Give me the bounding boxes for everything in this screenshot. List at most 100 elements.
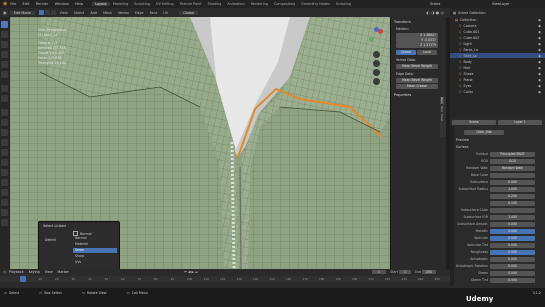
delimit-option-material[interactable]: Material xyxy=(73,242,117,247)
tab-shading[interactable]: Shading xyxy=(205,2,225,6)
end-frame-field[interactable]: 250 xyxy=(422,269,436,274)
property-field[interactable]: 0.500 xyxy=(490,236,535,241)
vertex-bevel-weight-field[interactable]: Mean Bevel Weight xyxy=(396,64,438,69)
visibility-eye-icon[interactable]: ◉ xyxy=(538,60,541,64)
outliner-item[interactable]: ▽ Cube.001 ◉ xyxy=(450,29,545,34)
timeline-ruler[interactable]: 0102030405060708090100110120130140150160… xyxy=(0,276,450,282)
tab-layout[interactable]: Layout xyxy=(92,2,110,6)
move-icon[interactable] xyxy=(1,41,8,48)
bevel-icon[interactable] xyxy=(1,129,8,136)
property-field[interactable]: 0.500 xyxy=(490,250,535,255)
outliner-item[interactable]: ▽ Shirt_Lo ◉ xyxy=(450,53,545,58)
property-field[interactable]: 0.000 xyxy=(490,222,535,227)
property-field[interactable]: 0.000 xyxy=(490,229,535,234)
menu-help[interactable]: Help xyxy=(75,2,83,6)
outliner-item[interactable]: ▽ Body ◉ xyxy=(450,59,545,64)
outliner-item[interactable]: ▽ Collar ◉ xyxy=(450,89,545,94)
timeline-editor-icon[interactable]: ◷ xyxy=(3,270,6,274)
menu-marker[interactable]: Marker xyxy=(58,270,69,274)
visibility-eye-icon[interactable]: ◉ xyxy=(538,48,541,52)
outliner-item[interactable]: ▤ Collection ◉ xyxy=(450,17,545,22)
visibility-eye-icon[interactable]: ◉ xyxy=(538,72,541,76)
navigation-gizmo[interactable] xyxy=(367,27,385,45)
edge-crease-field[interactable]: Mean Crease xyxy=(396,84,438,89)
tab-compositing[interactable]: Compositing xyxy=(271,2,298,6)
visibility-eye-icon[interactable]: ◉ xyxy=(538,54,541,58)
orientation-selector[interactable]: Global xyxy=(179,10,199,15)
tab-texture-paint[interactable]: Texture Paint xyxy=(177,2,205,6)
tab-sculpting[interactable]: Sculpting xyxy=(131,2,153,6)
property-field[interactable]: 0.200 xyxy=(490,194,535,199)
visibility-eye-icon[interactable]: ◉ xyxy=(538,84,541,88)
material-name-field[interactable]: Cloth_Mat xyxy=(464,130,504,135)
menu-keying[interactable]: Keying xyxy=(29,270,40,274)
median-x-field[interactable]: X 1.38847 xyxy=(396,33,438,38)
rotate-icon[interactable] xyxy=(1,51,8,58)
smooth-icon[interactable] xyxy=(1,179,8,186)
extrude-icon[interactable] xyxy=(1,109,8,116)
editor-type-icon[interactable]: ▣ xyxy=(3,10,7,15)
cursor-icon[interactable] xyxy=(1,31,8,38)
property-field[interactable]: 0.000 xyxy=(490,243,535,248)
delimit-option-seam[interactable]: Seam xyxy=(73,248,117,253)
tab-rendering[interactable]: Rendering xyxy=(248,2,271,6)
tab-item[interactable]: Item xyxy=(440,97,444,104)
visibility-eye-icon[interactable]: ◉ xyxy=(538,66,541,70)
median-z-field[interactable]: Z 1.31179 xyxy=(396,43,438,48)
tab-view[interactable]: View xyxy=(440,114,444,121)
property-field[interactable]: 0.100 xyxy=(490,201,535,206)
outliner-item[interactable]: ▽ Hair ◉ xyxy=(450,65,545,70)
visibility-eye-icon[interactable]: ◉ xyxy=(538,30,541,34)
surface-shader-field[interactable]: Principled BSDF xyxy=(490,152,535,157)
property-field[interactable]: 0.000 xyxy=(490,180,535,185)
start-frame-field[interactable]: 1 xyxy=(399,269,411,274)
zoom-icon[interactable] xyxy=(373,51,380,58)
tab-animation[interactable]: Animation xyxy=(224,2,247,6)
preview-section[interactable]: Preview xyxy=(456,138,469,142)
mode-selector[interactable]: Edit Mode xyxy=(9,10,35,15)
menu-add[interactable]: Add xyxy=(90,11,97,15)
property-field[interactable]: 0.500 xyxy=(490,278,535,283)
menu-mesh[interactable]: Mesh xyxy=(103,11,112,15)
props-tab-layer[interactable]: Layer 1 xyxy=(498,120,542,125)
shear-icon[interactable] xyxy=(1,209,8,216)
blender-logo-icon[interactable]: ◉ xyxy=(3,1,7,7)
tab-geometry-nodes[interactable]: Geometry Nodes xyxy=(298,2,333,6)
measure-icon[interactable] xyxy=(1,95,8,102)
transform-icon[interactable] xyxy=(1,71,8,78)
view-layer-selector[interactable]: ViewLayer xyxy=(492,2,510,6)
property-field[interactable]: 0.000 xyxy=(490,271,535,276)
visibility-eye-icon[interactable]: ◉ xyxy=(538,78,541,82)
property-field[interactable]: Random Walk xyxy=(490,166,535,171)
play-controls[interactable]: ⏮ ◀ ▶ ⏭ xyxy=(184,270,198,274)
transform-section-header[interactable]: Transform xyxy=(394,20,411,24)
playhead[interactable] xyxy=(20,276,26,282)
property-field[interactable]: GGX xyxy=(490,159,535,164)
inset-icon[interactable] xyxy=(1,119,8,126)
visibility-eye-icon[interactable]: ◉ xyxy=(538,18,541,22)
annotate-icon[interactable] xyxy=(1,85,8,92)
edge-select-icon[interactable] xyxy=(44,10,50,15)
menu-view[interactable]: View xyxy=(60,11,68,15)
outliner-item[interactable]: ▽ Eyes ◉ xyxy=(450,83,545,88)
property-field[interactable]: 1.000 xyxy=(490,187,535,192)
outliner-item[interactable]: ▽ Cube.002 ◉ xyxy=(450,35,545,40)
outliner-item[interactable]: ▽ Plane ◉ xyxy=(450,77,545,82)
ortho-toggle-icon[interactable] xyxy=(373,78,380,85)
menu-edit[interactable]: Edit xyxy=(23,2,30,6)
current-frame-field[interactable]: 1 xyxy=(372,269,386,274)
rip-icon[interactable] xyxy=(1,219,8,226)
menu-file[interactable]: File xyxy=(10,2,16,6)
local-button[interactable]: Local xyxy=(417,50,437,55)
vertex-select-icon[interactable] xyxy=(38,10,44,15)
tab-uv-editing[interactable]: UV Editing xyxy=(153,2,177,6)
edge-bevel-weight-field[interactable]: Mean Bevel Weight xyxy=(396,78,438,83)
scale-icon[interactable] xyxy=(1,61,8,68)
knife-icon[interactable] xyxy=(1,149,8,156)
overlay-icons[interactable]: ◐ ◑ ● ◎ xyxy=(426,10,444,15)
property-field[interactable] xyxy=(490,208,535,213)
delimit-option-uvs[interactable]: UVs xyxy=(73,260,117,265)
delimit-option-sharp[interactable]: Sharp xyxy=(73,254,117,259)
outliner-item[interactable]: ▽ Shoes ◉ xyxy=(450,71,545,76)
tab-tool[interactable]: Tool xyxy=(440,106,444,112)
